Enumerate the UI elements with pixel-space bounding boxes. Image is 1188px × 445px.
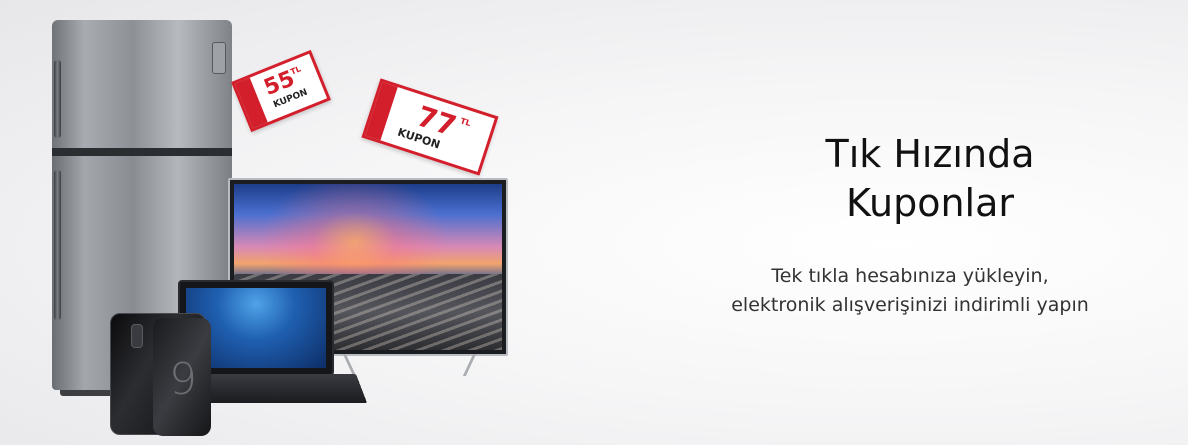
phone-model-number: 9 [169,354,197,405]
headline-line-1: Tık Hızında [825,132,1035,176]
headline-line-2: Kuponlar [845,180,1015,225]
phone-camera-icon [131,324,143,348]
brand-logo-icon [212,42,226,74]
coupon-currency: TL [459,116,472,129]
coupon-strip [365,82,398,141]
fridge-divider [52,148,232,156]
subtext-line-2: elektronik alışverişinizi indirimli yapı… [731,294,1089,317]
fridge-freezer-door [52,20,232,148]
banner-subtext: Tek tıkla hesabınıza yükleyin, elektroni… [660,262,1160,321]
tv-stand-right [462,354,477,376]
coupon-55[interactable]: 55 TL KUPON [231,49,331,133]
campaign-banner[interactable]: 9 55 TL KUPON 77 TL KUPON Tık Hızında Ku… [0,0,1188,445]
fridge-top-handle [54,60,61,138]
coupon-77[interactable]: 77 TL KUPON [361,78,499,176]
coupon-currency: TL [289,64,303,77]
smartphone-image: 9 [110,313,211,436]
banner-headline: Tık Hızında Kuponlar [740,130,1120,227]
subtext-line-1: Tek tıkla hesabınıza yükleyin, [771,265,1049,287]
fridge-bottom-handle [54,170,61,320]
